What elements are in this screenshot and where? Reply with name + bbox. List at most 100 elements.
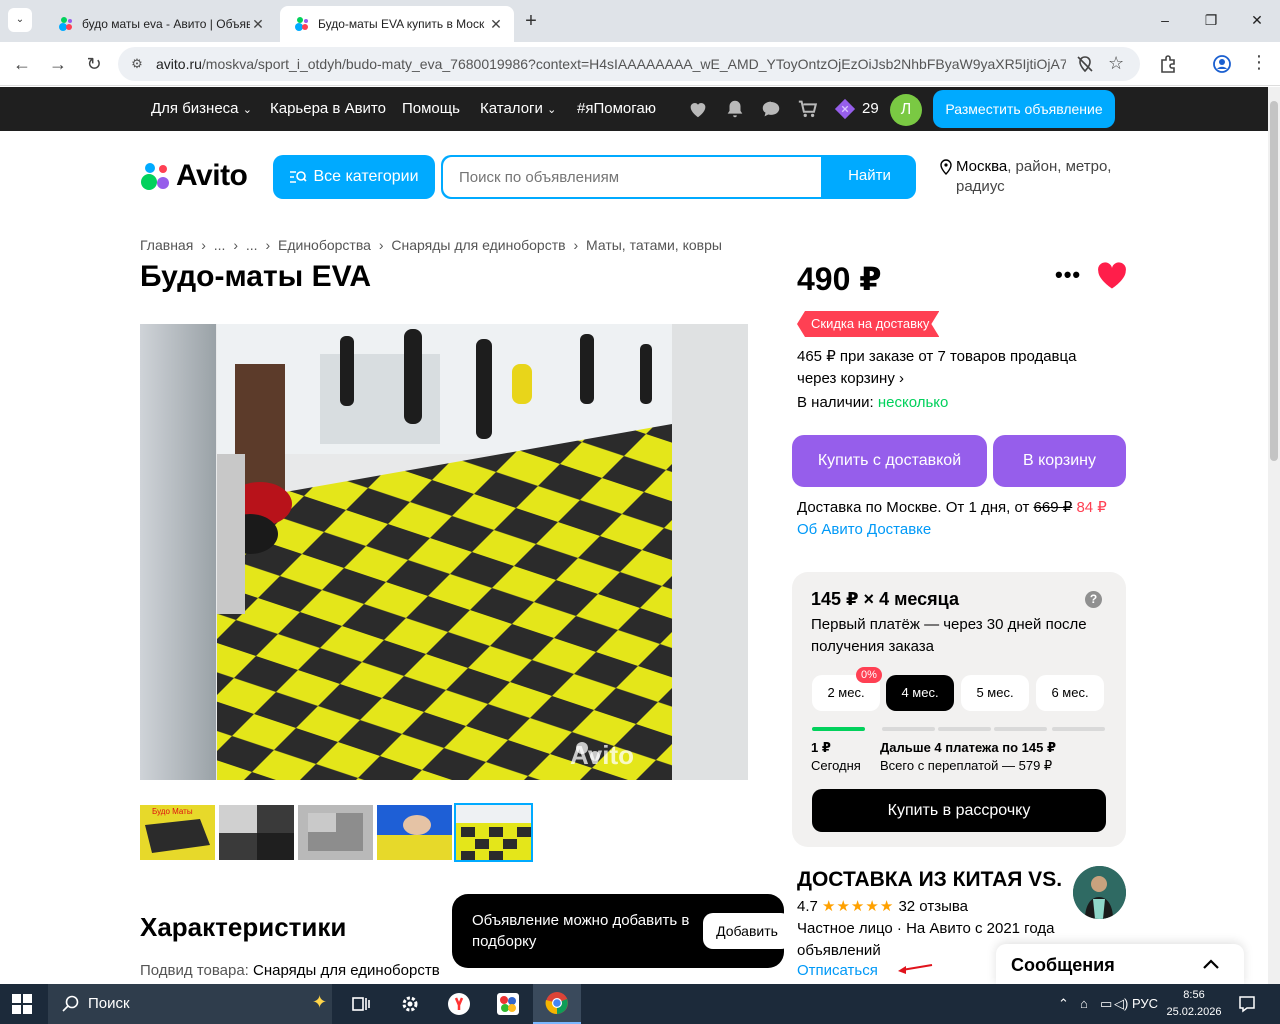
breadcrumb-home[interactable]: Главная [140,237,193,253]
taskbar-search[interactable]: Поиск ✦ [48,984,332,1024]
reviews-count[interactable]: 32 отзыва [898,898,968,915]
thumbnail-4[interactable] [377,805,452,860]
thumbnail-3[interactable] [298,805,373,860]
seller-avatar-image [1073,866,1126,919]
seller-type: Частное лицо · На Авито с 2021 года [797,920,1055,937]
nav-catalogs[interactable]: Каталоги ⌄ [480,100,556,117]
clock-time: 8:56 [1183,989,1205,1001]
term-option-5[interactable]: 5 мес. [961,675,1029,711]
language-indicator[interactable]: РУС [1132,996,1158,1011]
cart-icon[interactable] [797,98,819,120]
breadcrumb-collapsed[interactable]: ... [246,237,258,253]
thumbnail-5-selected[interactable] [454,803,533,862]
browser-tab-1[interactable]: будо маты eva - Авито | Объяв ✕ [44,6,276,42]
add-to-cart-button[interactable]: В корзину [993,435,1126,487]
search-input[interactable] [443,157,821,197]
forward-arrow-icon[interactable]: → [46,52,70,76]
main-photo[interactable]: Avito [140,324,748,780]
buy-with-delivery-button[interactable]: Купить с доставкой [792,435,987,487]
favorite-heart-icon[interactable] [1097,262,1127,290]
network-icon[interactable]: ⌂ [1080,996,1088,1011]
price: 490 ₽ [797,261,882,297]
extensions-puzzle-icon[interactable] [1158,54,1178,74]
location-selector[interactable]: Москва, район, метро, радиус [940,157,1130,197]
breadcrumb-collapsed[interactable]: ... [214,237,226,253]
favorites-heart-icon[interactable] [687,98,709,120]
nav-for-business[interactable]: Для бизнеса ⌄ [151,100,252,117]
chevron-up-tray-icon[interactable]: ⌃ [1058,996,1069,1012]
messages-chat-icon[interactable] [760,98,782,120]
more-options-icon[interactable]: ••• [1055,262,1081,288]
windows-start-icon[interactable] [12,994,32,1014]
photos-app-icon[interactable] [484,984,532,1024]
close-tab-icon[interactable]: ✕ [488,16,504,33]
delivery-text: Доставка по Москве. От 1 дня, от [797,499,1030,516]
breadcrumb-separator: › [573,237,579,253]
unsubscribe-link[interactable]: Отписаться [797,962,878,979]
breadcrumb-martial-arts[interactable]: Единоборства [278,237,371,253]
thumbnail-mat-image: Будо Маты [140,805,215,860]
chevron-up-icon[interactable] [1200,954,1222,976]
bonus-ticket-icon[interactable] [834,98,856,120]
page-scrollbar[interactable] [1268,87,1280,984]
close-window-button[interactable]: ✕ [1247,10,1267,30]
bookmark-star-icon[interactable]: ☆ [1108,53,1124,74]
seller-name[interactable]: ДОСТАВКА ИЗ КИТАЯ VS. [797,868,1062,892]
bulk-price-cart-link[interactable]: через корзину › [797,368,1127,390]
thumbnail-2[interactable] [219,805,294,860]
search-button[interactable]: Найти [823,155,916,199]
browser-tab-2-active[interactable]: Будо-маты EVA купить в Моск ✕ [280,6,514,42]
breadcrumb-separator: › [201,237,206,253]
post-ad-button[interactable]: Разместить объявление [933,90,1115,128]
nav-careers[interactable]: Карьера в Авито [270,100,386,117]
avito-logo-dots-icon [141,163,169,190]
about-delivery-link[interactable]: Об Авито Доставке [797,521,931,538]
nav-help[interactable]: Помощь [402,100,460,117]
term-option-6[interactable]: 6 мес. [1036,675,1104,711]
toast-text: Объявление можно добавить в подборку [472,912,690,950]
help-question-icon[interactable]: ? [1085,591,1102,608]
add-to-collection-toast: Объявление можно добавить в подборку Доб… [452,894,791,968]
seller-avatar[interactable] [1073,866,1126,919]
term-option-4-selected[interactable]: 4 мес. [886,675,954,711]
new-tab-button[interactable]: + [520,10,542,33]
taskbar-clock[interactable]: 8:56 25.02.2026 [1162,987,1226,1021]
breadcrumb-mats[interactable]: Маты, татами, ковры [586,237,722,253]
messages-panel[interactable]: Сообщения [996,944,1244,986]
breadcrumb-equipment[interactable]: Снаряды для единоборств [391,237,565,253]
avito-logo[interactable]: Avito [140,159,248,192]
nav-ya-pomogayu[interactable]: #яПомогаю [577,100,656,117]
bulk-price-info[interactable]: 465 ₽ при заказе от 7 товаров продавца ч… [797,346,1127,390]
omnibox[interactable]: ⚙ avito.ru/moskva/sport_i_otdyh/budo-mat… [118,47,1140,81]
toast-add-button[interactable]: Добавить [703,913,791,949]
thumbnail-1[interactable]: Будо Маты [140,805,215,860]
nav-label: Каталоги [480,100,543,117]
progress-segment [882,727,935,731]
display-icon[interactable]: ▭ [1100,996,1112,1012]
location-off-icon[interactable] [1076,55,1094,73]
seller-rating[interactable]: 4.7 ★★★★★ 32 отзыва [797,897,968,915]
first-payment-when: Сегодня [811,758,861,773]
settings-gear-icon[interactable] [386,984,434,1024]
url-text[interactable]: avito.ru/moskva/sport_i_otdyh/budo-maty_… [156,56,1066,72]
reload-icon[interactable]: ↻ [82,52,106,76]
notifications-icon[interactable] [1238,995,1256,1013]
scrollbar-thumb[interactable] [1270,101,1278,461]
profile-icon[interactable] [1212,54,1232,74]
browser-menu-icon[interactable]: ⋮ [1250,52,1268,73]
zero-percent-badge: 0% [856,667,882,683]
buy-in-installments-button[interactable]: Купить в рассрочку [812,789,1106,832]
user-avatar[interactable]: Л [890,94,922,126]
tab-search-button[interactable]: ⌄ [8,8,32,32]
minimize-button[interactable]: – [1155,10,1175,30]
chrome-browser-icon[interactable] [533,984,581,1024]
notifications-bell-icon[interactable] [724,98,746,120]
all-categories-button[interactable]: Все категории [273,155,435,199]
task-view-icon[interactable] [337,984,385,1024]
yandex-browser-icon[interactable] [435,984,483,1024]
maximize-button[interactable]: ❐ [1201,10,1221,30]
site-info-icon[interactable]: ⚙ [128,55,146,73]
volume-icon[interactable]: ◁) [1114,996,1128,1012]
close-tab-icon[interactable]: ✕ [250,16,266,33]
back-arrow-icon[interactable]: ← [10,52,34,76]
